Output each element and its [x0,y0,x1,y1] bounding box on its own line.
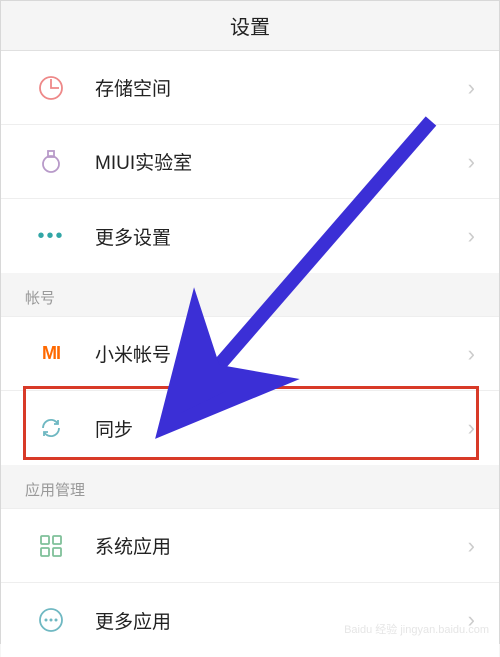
item-label: 存储空间 [95,74,468,101]
item-label: 小米帐号 [95,340,468,367]
system-apps-item[interactable]: 系统应用 › [1,509,499,583]
flask-icon [37,148,65,176]
mi-logo-icon: MI [37,340,65,368]
section-header-apps: 应用管理 [1,465,499,509]
mi-account-item[interactable]: MI 小米帐号 › [1,317,499,391]
chevron-right-icon: › [468,223,475,249]
more-apps-icon [37,606,65,634]
chevron-right-icon: › [468,415,475,441]
watermark: Baidu 经验 jingyan.baidu.com [344,621,489,637]
section-general: 存储空间 › MIUI实验室 › ••• 更多设置 › [1,51,499,273]
more-icon: ••• [37,222,65,250]
chevron-right-icon: › [468,149,475,175]
sync-icon [37,414,65,442]
chevron-right-icon: › [468,533,475,559]
miui-lab-item[interactable]: MIUI实验室 › [1,125,499,199]
clock-icon [37,74,65,102]
grid-icon [37,532,65,560]
page-title: 设置 [230,11,270,40]
more-apps-item[interactable]: 更多应用 › [1,583,499,657]
section-account: MI 小米帐号 › 同步 › [1,317,499,465]
storage-item[interactable]: 存储空间 › [1,51,499,125]
item-label: MIUI实验室 [95,148,468,175]
sync-item[interactable]: 同步 › [1,391,499,465]
chevron-right-icon: › [468,341,475,367]
item-label: 更多设置 [95,223,468,250]
section-header-account: 帐号 [1,273,499,317]
more-settings-item[interactable]: ••• 更多设置 › [1,199,499,273]
item-label: 系统应用 [95,532,468,559]
item-label: 同步 [95,415,468,442]
header: 设置 [1,1,499,51]
chevron-right-icon: › [468,75,475,101]
